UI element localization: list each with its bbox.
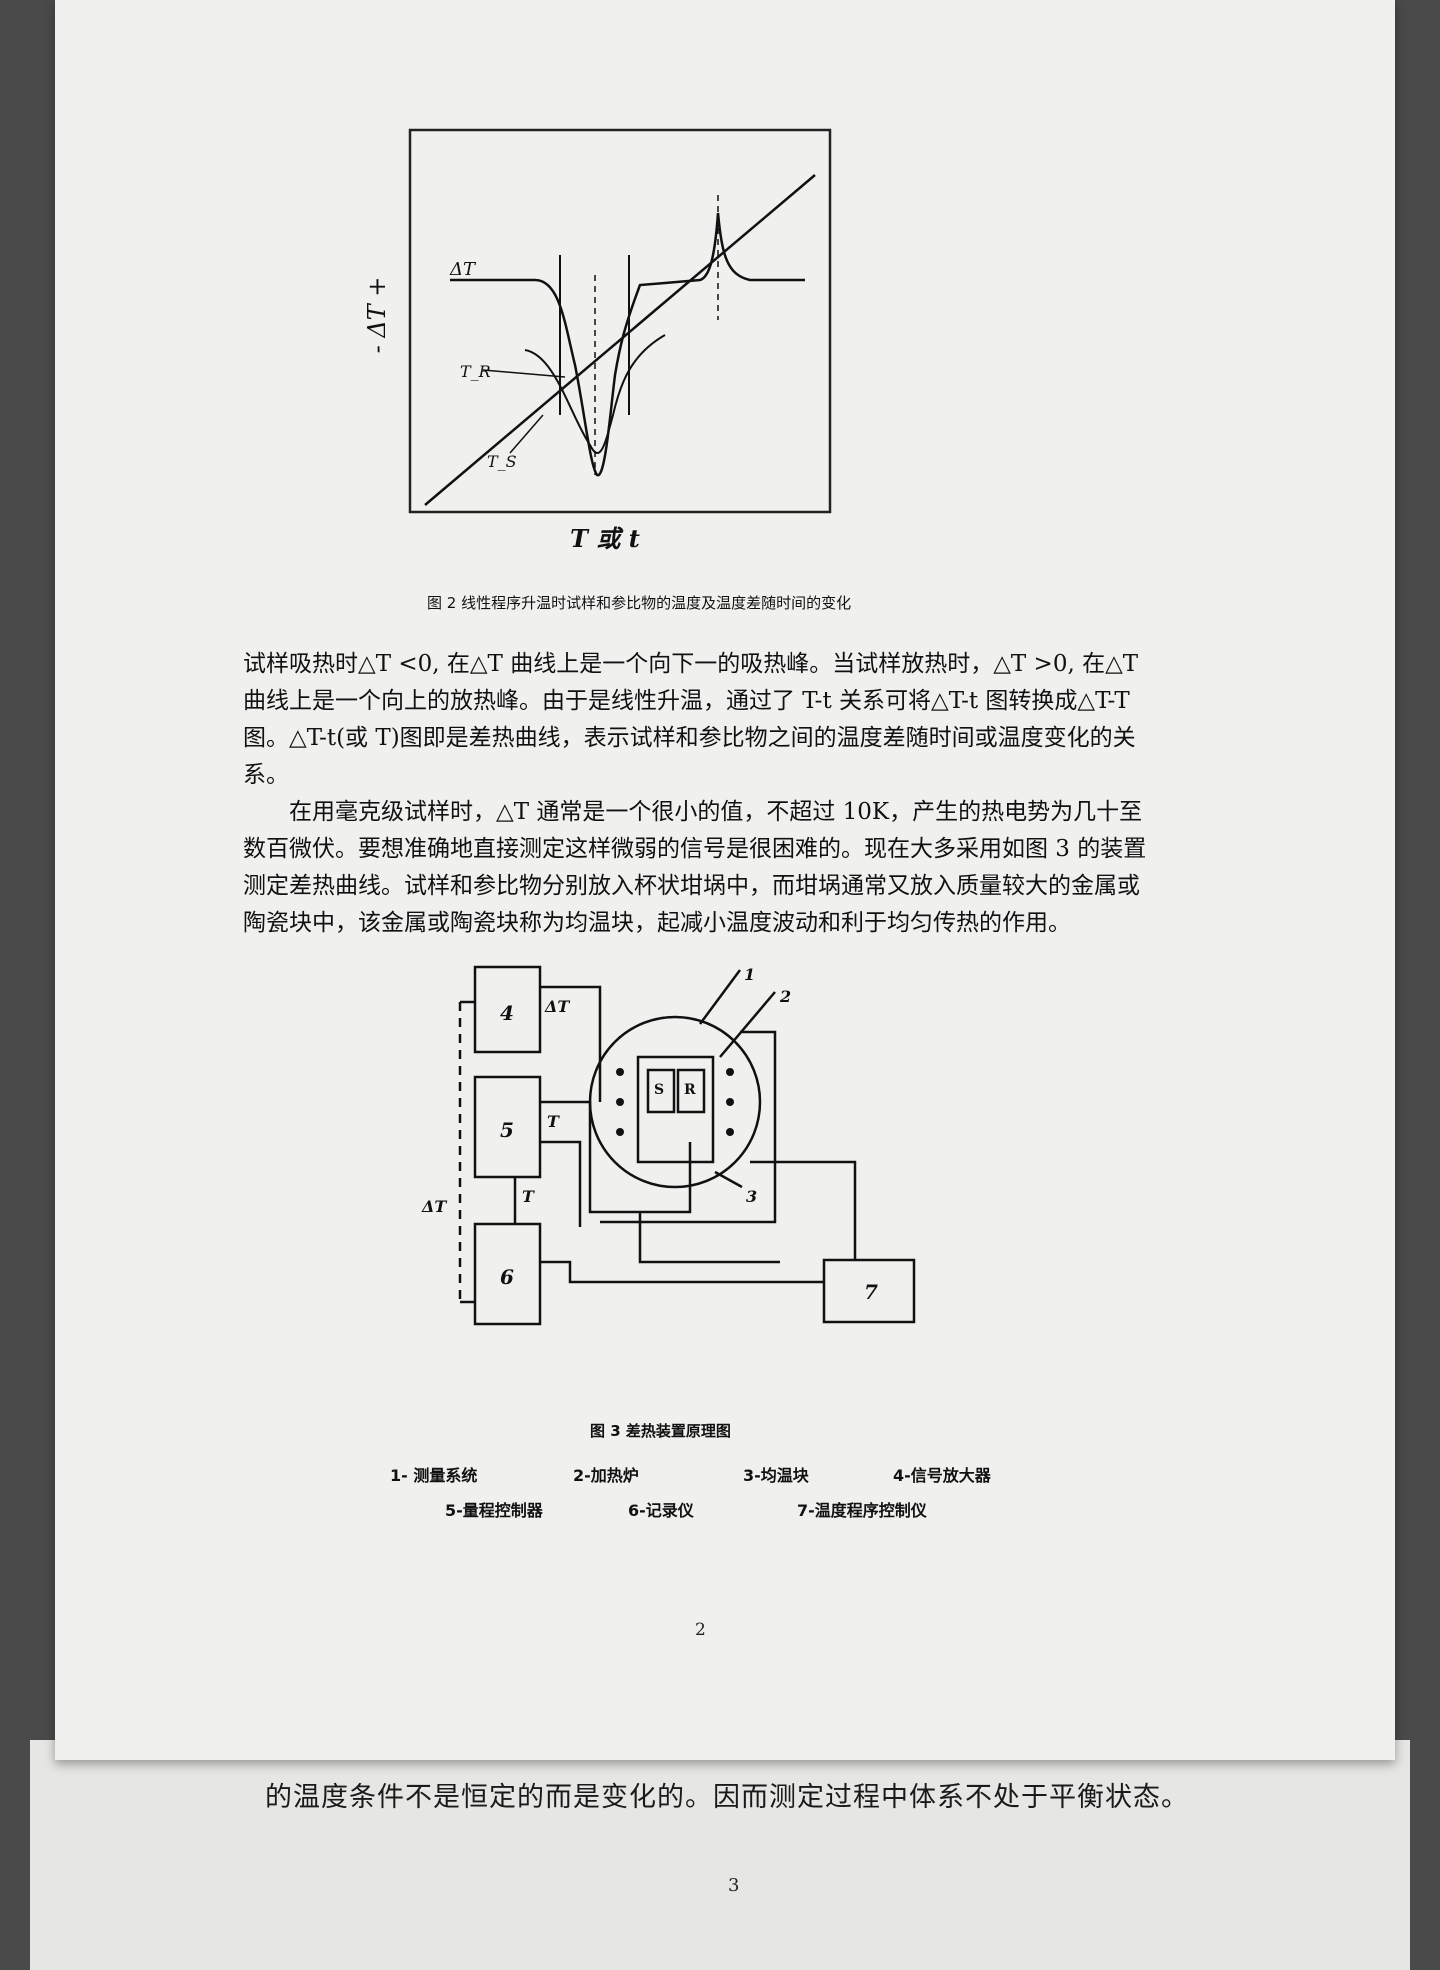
figure-2-temperature-line bbox=[424, 174, 816, 506]
legend-item-1: 1- 测量系统 bbox=[390, 1466, 478, 1485]
legend-item-6: 6-记录仪 bbox=[628, 1501, 694, 1520]
figure-2-x-label: T 或 t bbox=[570, 524, 640, 553]
figure-2-ts-label: T_S bbox=[487, 452, 517, 471]
box-6-label: 6 bbox=[500, 1265, 514, 1289]
legend-item-7: 7-温度程序控制仪 bbox=[797, 1501, 927, 1520]
paragraph-2: 在用毫克级试样时，△T 通常是一个很小的值，不超过 10K，产生的热电势为几十至… bbox=[243, 799, 1147, 936]
callout-2: 2 bbox=[779, 987, 791, 1006]
figure-2-y-label: - ΔT + bbox=[365, 277, 391, 354]
figure-2-delta-t-label: ΔT bbox=[449, 259, 477, 280]
body-paragraphs: 试样吸热时△T <0, 在△T 曲线上是一个向下一的吸热峰。当试样放热时，△T … bbox=[243, 646, 1158, 942]
delta-t-top-label: ΔT bbox=[544, 997, 570, 1016]
legend-item-4: 4-信号放大器 bbox=[893, 1466, 991, 1485]
box-4-label: 4 bbox=[500, 1001, 514, 1025]
wiring bbox=[513, 985, 857, 1284]
paragraph-1: 试样吸热时△T <0, 在△T 曲线上是一个向下一的吸热峰。当试样放热时，△T … bbox=[243, 651, 1139, 788]
figure-2-caption: 图 2 线性程序升温时试样和参比物的温度及温度差随时间的变化 bbox=[427, 594, 852, 612]
figure-3-apparatus-diagram: 4 5 6 7 ΔT T T ΔT S R 1 2 3 bbox=[421, 965, 916, 1326]
callout-2-line bbox=[719, 991, 776, 1058]
figure-2-dta-curve: - ΔT + ΔT T_R T_S T 或 t bbox=[365, 128, 832, 553]
box-5-label: 5 bbox=[500, 1118, 514, 1142]
delta-t-left-label: ΔT bbox=[421, 1197, 447, 1216]
legend-item-2: 2-加热炉 bbox=[573, 1466, 639, 1485]
legend-item-3: 3-均温块 bbox=[743, 1466, 809, 1485]
callout-3-line bbox=[714, 1170, 743, 1189]
next-page-text: 的温度条件不是恒定的而是变化的。因而测定过程中体系不处于平衡状态。 bbox=[265, 1782, 1189, 1813]
callout-1-line bbox=[698, 969, 742, 1025]
sample-s-label: S bbox=[654, 1082, 664, 1098]
callout-1: 1 bbox=[744, 965, 755, 984]
reference-r-label: R bbox=[684, 1082, 696, 1098]
figure-2-delta-t-curve bbox=[450, 212, 805, 477]
figure-2-tr-label: T_R bbox=[460, 362, 491, 381]
callout-3: 3 bbox=[746, 1187, 757, 1206]
page-number: 2 bbox=[695, 1620, 706, 1640]
box-7-label: 7 bbox=[864, 1280, 878, 1304]
legend-item-5: 5-量程控制器 bbox=[445, 1501, 543, 1520]
t-label-1: T bbox=[547, 1112, 560, 1131]
next-page-number: 3 bbox=[728, 1875, 740, 1896]
figure-2-frame bbox=[408, 128, 832, 514]
figure-3-caption: 图 3 差热装置原理图 bbox=[590, 1422, 731, 1440]
t-label-2: T bbox=[522, 1187, 535, 1206]
